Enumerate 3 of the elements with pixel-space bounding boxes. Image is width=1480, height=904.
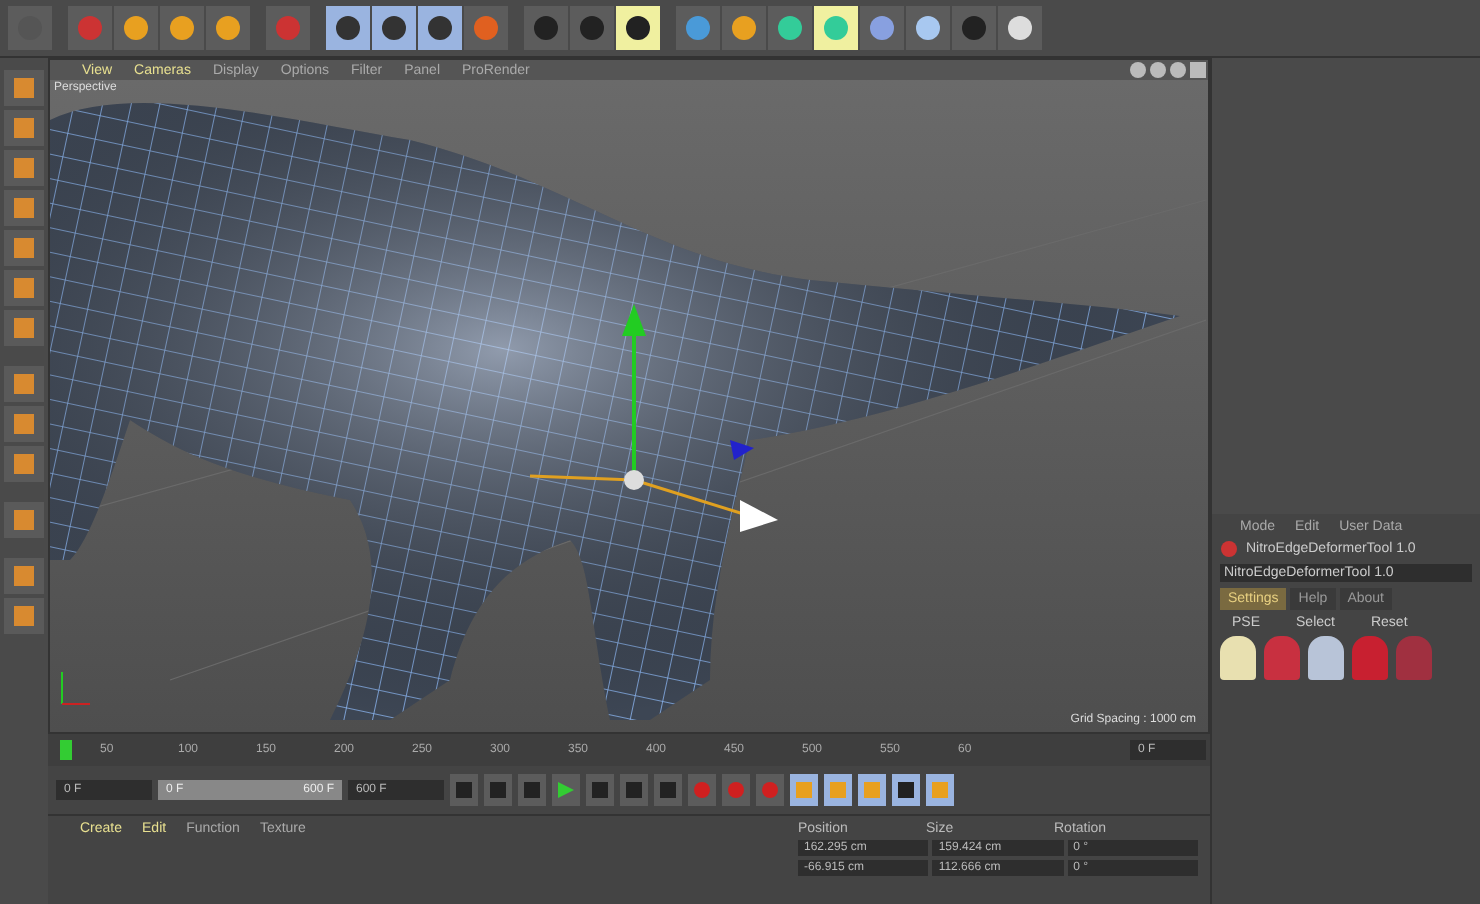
- play-icon[interactable]: [552, 774, 580, 806]
- playhead-marker[interactable]: [60, 740, 72, 760]
- axis-indicator-icon: [61, 671, 91, 705]
